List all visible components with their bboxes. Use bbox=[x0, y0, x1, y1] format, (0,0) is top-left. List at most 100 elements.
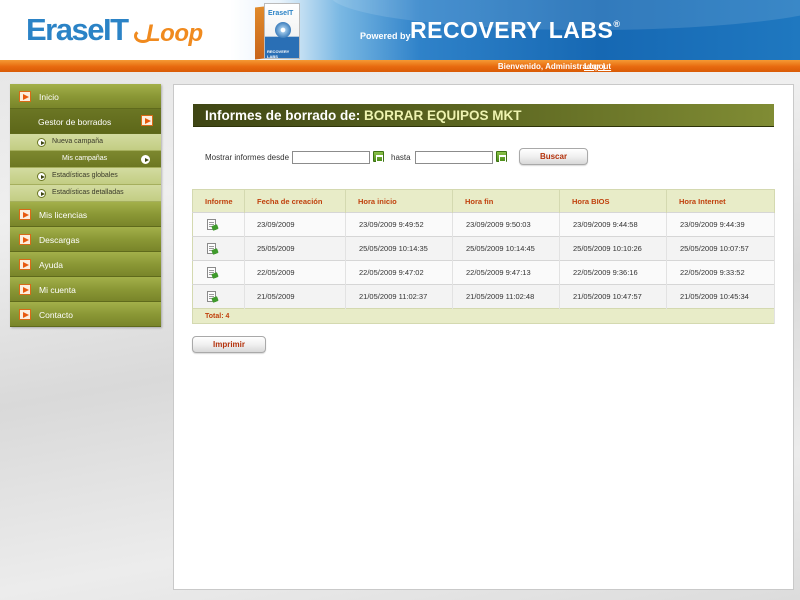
table-cell: 22/05/2009 9:47:02 bbox=[345, 260, 453, 285]
table-cell: 25/05/2009 10:10:26 bbox=[559, 236, 667, 261]
table-cell: 23/09/2009 9:49:52 bbox=[345, 212, 453, 237]
document-check-icon[interactable] bbox=[207, 243, 216, 254]
total-count: Total: 4 bbox=[192, 308, 775, 324]
table-cell: 21/05/2009 10:45:34 bbox=[666, 284, 775, 309]
play-circle-icon bbox=[37, 172, 46, 181]
top-bar bbox=[0, 60, 800, 72]
product-box-side bbox=[255, 6, 264, 60]
sidebar: Inicio Gestor de borrados Nueva campaña … bbox=[10, 84, 161, 327]
to-date-input[interactable] bbox=[415, 151, 493, 164]
sidebar-subitem-mis-campanas[interactable]: Mis campañas bbox=[10, 151, 161, 168]
product-box-front: EraseIT RECOVERY LABS bbox=[264, 3, 300, 59]
sidebar-item-contacto[interactable]: Contacto bbox=[10, 302, 161, 327]
page-title: Informes de borrado de: BORRAR EQUIPOS M… bbox=[193, 104, 774, 127]
table-cell: 22/05/2009 bbox=[244, 260, 346, 285]
logout-link[interactable]: Logout bbox=[584, 62, 611, 71]
table-cell: 25/05/2009 10:14:35 bbox=[345, 236, 453, 261]
table-cell: 23/09/2009 bbox=[244, 212, 346, 237]
date-filter: Mostrar informes desde hasta bbox=[205, 151, 765, 165]
play-square-icon bbox=[19, 91, 31, 102]
sidebar-item-label: Mis licencias bbox=[39, 210, 88, 220]
play-square-icon bbox=[141, 115, 153, 126]
product-box-image: EraseIT RECOVERY LABS bbox=[255, 3, 301, 60]
report-cell bbox=[192, 212, 245, 237]
sidebar-item-gestor-de-borrados[interactable]: Gestor de borrados bbox=[10, 109, 161, 134]
table-cell: 22/05/2009 9:47:13 bbox=[452, 260, 560, 285]
campaign-name: BORRAR EQUIPOS MKT bbox=[364, 108, 522, 123]
to-label: hasta bbox=[391, 153, 411, 162]
play-square-icon bbox=[19, 284, 31, 295]
table-cell: 21/05/2009 bbox=[244, 284, 346, 309]
search-button[interactable]: Buscar bbox=[519, 148, 588, 165]
play-square-icon bbox=[19, 309, 31, 320]
column-header: Hora fin bbox=[452, 189, 560, 213]
main-panel: Informes de borrado de: BORRAR EQUIPOS M… bbox=[173, 84, 794, 590]
table-footer-row: Total: 4 bbox=[192, 308, 775, 324]
play-circle-icon bbox=[37, 138, 46, 147]
column-header: Informe bbox=[192, 189, 245, 213]
sidebar-item-ayuda[interactable]: Ayuda bbox=[10, 252, 161, 277]
column-header: Hora Internet bbox=[666, 189, 775, 213]
sidebar-subitem-label: Estadísticas detalladas bbox=[52, 189, 124, 196]
play-square-icon bbox=[19, 234, 31, 245]
sidebar-subitem-estadisticas-detalladas[interactable]: Estadísticas detalladas bbox=[10, 185, 161, 202]
brand-logo: RECOVERY LABS® bbox=[410, 17, 620, 44]
page-title-prefix: Informes de borrado de: bbox=[205, 108, 361, 123]
table-cell: 23/09/2009 9:44:39 bbox=[666, 212, 775, 237]
document-check-icon[interactable] bbox=[207, 291, 216, 302]
document-check-icon[interactable] bbox=[207, 267, 216, 278]
print-button[interactable]: Imprimir bbox=[192, 336, 266, 353]
table-cell: 22/05/2009 9:33:52 bbox=[666, 260, 775, 285]
sidebar-subitem-estadisticas-globales[interactable]: Estadísticas globales bbox=[10, 168, 161, 185]
report-cell bbox=[192, 260, 245, 285]
calendar-icon[interactable] bbox=[496, 151, 507, 162]
product-box-brand: RECOVERY LABS bbox=[267, 49, 290, 59]
play-circle-icon bbox=[141, 155, 150, 164]
sidebar-item-label: Ayuda bbox=[39, 260, 63, 270]
page-title-text: Informes de borrado de: BORRAR EQUIPOS M… bbox=[205, 108, 522, 123]
sidebar-item-descargas[interactable]: Descargas bbox=[10, 227, 161, 252]
product-box-title: EraseIT bbox=[268, 10, 294, 17]
from-label: Mostrar informes desde bbox=[205, 153, 290, 162]
app-logo: EraseIT bbox=[26, 12, 129, 47]
table-row: 22/05/2009 22/05/2009 9:47:02 22/05/2009… bbox=[192, 260, 775, 285]
table-cell: 22/05/2009 9:36:16 bbox=[559, 260, 667, 285]
table-row: 25/05/2009 25/05/2009 10:14:35 25/05/200… bbox=[192, 236, 775, 261]
sidebar-item-inicio[interactable]: Inicio bbox=[10, 84, 161, 109]
sidebar-item-label: Inicio bbox=[39, 92, 59, 102]
play-square-icon bbox=[19, 259, 31, 270]
sidebar-item-label: Contacto bbox=[39, 310, 74, 320]
table-cell: 23/09/2009 9:44:58 bbox=[559, 212, 667, 237]
sidebar-item-mi-cuenta[interactable]: Mi cuenta bbox=[10, 277, 161, 302]
table-cell: 25/05/2009 10:14:45 bbox=[452, 236, 560, 261]
sidebar-item-mis-licencias[interactable]: Mis licencias bbox=[10, 202, 161, 227]
document-check-icon[interactable] bbox=[207, 219, 216, 230]
play-square-icon bbox=[19, 209, 31, 220]
table-cell: 21/05/2009 10:47:57 bbox=[559, 284, 667, 309]
table-header-row: Informe Fecha de creación Hora inicio Ho… bbox=[192, 189, 775, 213]
table-cell: 21/05/2009 11:02:48 bbox=[452, 284, 560, 309]
sidebar-item-label: Gestor de borrados bbox=[38, 117, 112, 127]
sidebar-subitem-label: Estadísticas globales bbox=[52, 172, 118, 179]
powered-by-label: Powered by bbox=[360, 31, 411, 41]
column-header: Fecha de creación bbox=[244, 189, 346, 213]
column-header: Hora BIOS bbox=[559, 189, 667, 213]
brand-name: RECOVERY LABS bbox=[410, 17, 614, 43]
registered-mark: ® bbox=[613, 19, 621, 29]
table-cell: 25/05/2009 10:07:57 bbox=[666, 236, 775, 261]
sidebar-subitem-nueva-campana[interactable]: Nueva campaña bbox=[10, 134, 161, 151]
from-date-input[interactable] bbox=[292, 151, 370, 164]
reports-table: Informe Fecha de creación Hora inicio Ho… bbox=[192, 189, 775, 324]
report-cell bbox=[192, 284, 245, 309]
sidebar-item-label: Mi cuenta bbox=[39, 285, 76, 295]
table-row: 23/09/2009 23/09/2009 9:49:52 23/09/2009… bbox=[192, 212, 775, 237]
table-cell: 25/05/2009 bbox=[244, 236, 346, 261]
header: EraseIT Loop EraseIT RECOVERY LABS Power… bbox=[0, 0, 800, 60]
table-cell: 21/05/2009 11:02:37 bbox=[345, 284, 453, 309]
table-cell: 23/09/2009 9:50:03 bbox=[452, 212, 560, 237]
disc-icon bbox=[275, 22, 291, 38]
sidebar-subitem-label: Nueva campaña bbox=[52, 138, 103, 145]
play-circle-icon bbox=[37, 189, 46, 198]
column-header: Hora inicio bbox=[345, 189, 453, 213]
calendar-icon[interactable] bbox=[373, 151, 384, 162]
